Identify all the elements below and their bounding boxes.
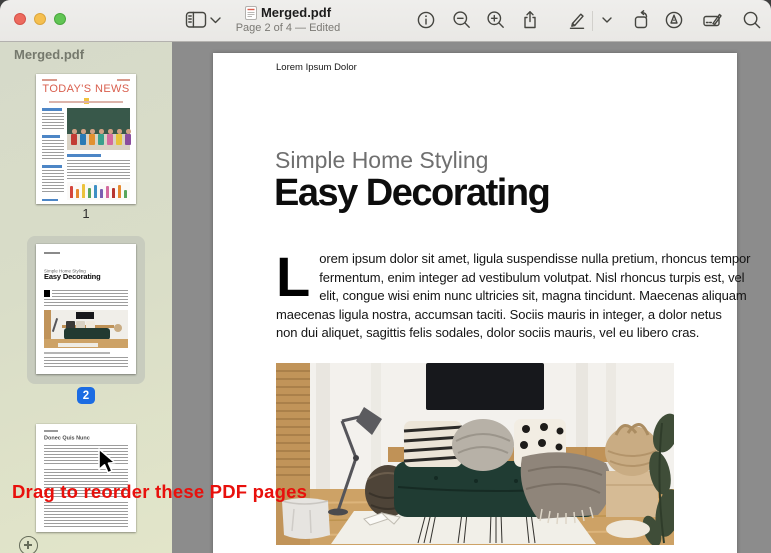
body-line: fermentum, enim integer ad vestibulum vo… <box>319 269 745 285</box>
toolbar-separator <box>592 11 593 31</box>
thumb2-text-block <box>44 299 128 307</box>
markup-button[interactable] <box>563 6 591 34</box>
thumb2-text-block <box>44 357 128 368</box>
thumb1-topline <box>42 79 57 81</box>
window-subtitle: Page 2 of 4 — Edited <box>235 22 341 34</box>
body-line: elit, congue wisi enim nunc ultricies si… <box>319 288 747 303</box>
thumb1-text-block <box>42 170 64 194</box>
thumb3-header-line <box>44 430 58 432</box>
annotation-text: Drag to reorder these PDF pages <box>12 481 308 502</box>
search-icon <box>743 11 761 29</box>
close-button[interactable] <box>14 13 26 25</box>
fill-and-sign-button[interactable] <box>698 6 726 34</box>
thumb1-text-block <box>42 140 64 160</box>
thumb2-title: Easy Decorating <box>44 273 101 282</box>
article-title: Easy Decorating <box>274 172 551 214</box>
thumb1-article-heading <box>67 154 101 157</box>
thumb2-text-block <box>52 290 128 298</box>
annotate-button[interactable] <box>660 6 688 34</box>
thumb1-heading <box>42 135 60 138</box>
page-thumbnail-2-selected[interactable]: Simple Home Styling Easy Decorating <box>36 244 136 374</box>
fullscreen-button[interactable] <box>54 13 66 25</box>
sidebar-toggle-icon <box>185 11 207 28</box>
window-title: Merged.pdf <box>260 5 332 20</box>
article-body: L orem ipsum dolor sit amet, ligula susp… <box>276 245 751 343</box>
preview-window: Merged.pdf Page 2 of 4 — Edited Merged.p… <box>0 0 771 553</box>
markup-chevron-down-icon <box>602 17 612 23</box>
document-proxy-icon[interactable] <box>244 5 257 20</box>
share-button[interactable] <box>516 6 544 34</box>
thumb1-masthead: TODAY'S NEWS <box>42 83 130 95</box>
thumb3-text-block <box>44 502 128 528</box>
thumbnail-sidebar: Merged.pdf TODAY'S NEWS 1 Simple Home St… <box>0 42 172 553</box>
markup-pencil-icon <box>569 13 585 29</box>
thumb2-livingroom-photo <box>44 310 128 348</box>
chevron-down-icon <box>209 16 221 23</box>
thumb2-header-line <box>44 252 60 254</box>
mouse-cursor <box>98 448 116 474</box>
article-kicker: Simple Home Styling <box>275 147 489 173</box>
add-page-button[interactable] <box>19 536 38 553</box>
thumb1-pencils-image <box>67 182 130 200</box>
markup-menu-button[interactable] <box>598 6 616 34</box>
info-icon <box>417 11 435 29</box>
body-line: orem ipsum dolor sit amet, ligula suspen… <box>319 251 751 266</box>
thumb2-dropcap <box>44 290 50 297</box>
page-thumbnail-1[interactable]: TODAY'S NEWS <box>36 74 136 204</box>
dropcap: L <box>276 245 311 308</box>
info-button[interactable] <box>412 6 440 34</box>
zoom-out-icon <box>453 11 470 28</box>
fill-and-sign-icon <box>702 13 722 27</box>
sidebar-view-menu[interactable] <box>206 6 224 34</box>
rotate-left-icon <box>634 10 648 29</box>
zoom-out-button[interactable] <box>448 6 476 34</box>
thumb1-text-block <box>67 160 130 180</box>
thumb1-heading <box>42 108 62 111</box>
document-canvas: Lorem Ipsum Dolor Simple Home Styling Ea… <box>172 42 771 553</box>
annotate-icon <box>665 11 683 29</box>
titlebar: Merged.pdf Page 2 of 4 — Edited <box>0 0 771 42</box>
thumb1-text-block <box>42 113 64 130</box>
thumb2-caption-line <box>44 352 110 354</box>
thumb1-rule <box>49 101 123 103</box>
page-thumbnail-3[interactable]: Donec Quis Nunc <box>36 424 136 532</box>
search-button[interactable] <box>738 6 766 34</box>
sidebar-doc-label: Merged.pdf <box>14 47 85 62</box>
traffic-lights <box>14 13 66 25</box>
zoom-in-icon <box>487 11 504 28</box>
thumb1-heading <box>42 165 62 168</box>
rotate-left-button[interactable] <box>627 6 655 34</box>
page-2-badge: 2 <box>77 387 95 404</box>
livingroom-photo <box>276 363 674 545</box>
thumb1-classroom-photo <box>67 108 131 150</box>
body-line: maecenas ligula nostra, accumsan taciti.… <box>276 306 722 322</box>
share-icon <box>524 11 536 29</box>
thumb1-topline <box>117 79 130 81</box>
window-title-group: Merged.pdf Page 2 of 4 — Edited <box>228 5 348 34</box>
thumb3-heading: Donec Quis Nunc <box>44 435 90 442</box>
body-line: non dui aliquet, sagittis felis sodales,… <box>276 325 700 340</box>
pdf-page[interactable]: Lorem Ipsum Dolor Simple Home Styling Ea… <box>213 53 751 553</box>
thumb1-footer <box>42 199 58 201</box>
zoom-in-button[interactable] <box>482 6 510 34</box>
minimize-button[interactable] <box>34 13 46 25</box>
page-header: Lorem Ipsum Dolor <box>276 62 357 73</box>
page-1-number: 1 <box>82 206 90 221</box>
